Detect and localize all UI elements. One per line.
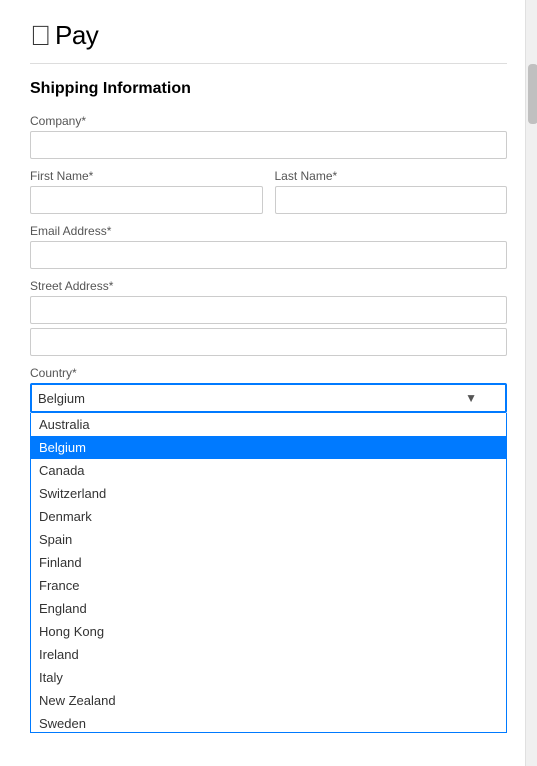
last-name-input[interactable] (275, 186, 508, 214)
last-name-label: Last Name* (275, 169, 508, 183)
dropdown-item[interactable]: Finland (31, 551, 506, 574)
dropdown-arrow-icon: ▼ (465, 391, 477, 405)
first-name-input[interactable] (30, 186, 263, 214)
last-name-group: Last Name* (275, 169, 508, 214)
email-input[interactable] (30, 241, 507, 269)
dropdown-item[interactable]: Australia (31, 413, 506, 436)
dropdown-item[interactable]: France (31, 574, 506, 597)
page-container:  Pay Shipping Information Company* Firs… (0, 0, 537, 533)
pay-label: Pay (55, 20, 98, 51)
email-field-group: Email Address* (30, 224, 507, 269)
dropdown-item[interactable]: England (31, 597, 506, 620)
section-title: Shipping Information (30, 80, 507, 98)
scrollbar[interactable] (525, 0, 537, 766)
dropdown-item[interactable]: Ireland (31, 643, 506, 666)
scrollbar-thumb (528, 64, 537, 124)
first-name-label: First Name* (30, 169, 263, 183)
street-address-inputs (30, 296, 507, 356)
dropdown-item[interactable]: Canada (31, 459, 506, 482)
street-field-group: Street Address* (30, 279, 507, 356)
selected-country-text: Belgium (38, 391, 85, 406)
street-address-input-2[interactable] (30, 328, 507, 356)
country-label: Country* (30, 366, 507, 380)
country-select-wrapper: Belgium ▼ AustraliaBelgiumCanadaSwitzerl… (30, 383, 507, 413)
dropdown-item[interactable]: Denmark (31, 505, 506, 528)
email-label: Email Address* (30, 224, 507, 238)
dropdown-item[interactable]: Sweden (31, 712, 506, 733)
company-input[interactable] (30, 131, 507, 159)
country-field-group: Country* Belgium ▼ AustraliaBelgiumCanad… (30, 366, 507, 413)
dropdown-item[interactable]: Belgium (31, 436, 506, 459)
dropdown-item[interactable]: Switzerland (31, 482, 506, 505)
dropdown-item[interactable]: Hong Kong (31, 620, 506, 643)
street-address-input-1[interactable] (30, 296, 507, 324)
dropdown-item[interactable]: New Zealand (31, 689, 506, 712)
dropdown-item[interactable]: Italy (31, 666, 506, 689)
company-label: Company* (30, 114, 507, 128)
street-label: Street Address* (30, 279, 507, 293)
shipping-section: Shipping Information Company* First Name… (30, 80, 507, 413)
header:  Pay (30, 20, 507, 64)
apple-logo-icon:  (30, 22, 51, 50)
first-name-group: First Name* (30, 169, 263, 214)
company-field-group: Company* (30, 114, 507, 159)
name-row: First Name* Last Name* (30, 169, 507, 214)
dropdown-item[interactable]: Spain (31, 528, 506, 551)
country-select-display[interactable]: Belgium ▼ (30, 383, 507, 413)
country-dropdown-list[interactable]: AustraliaBelgiumCanadaSwitzerlandDenmark… (30, 413, 507, 733)
